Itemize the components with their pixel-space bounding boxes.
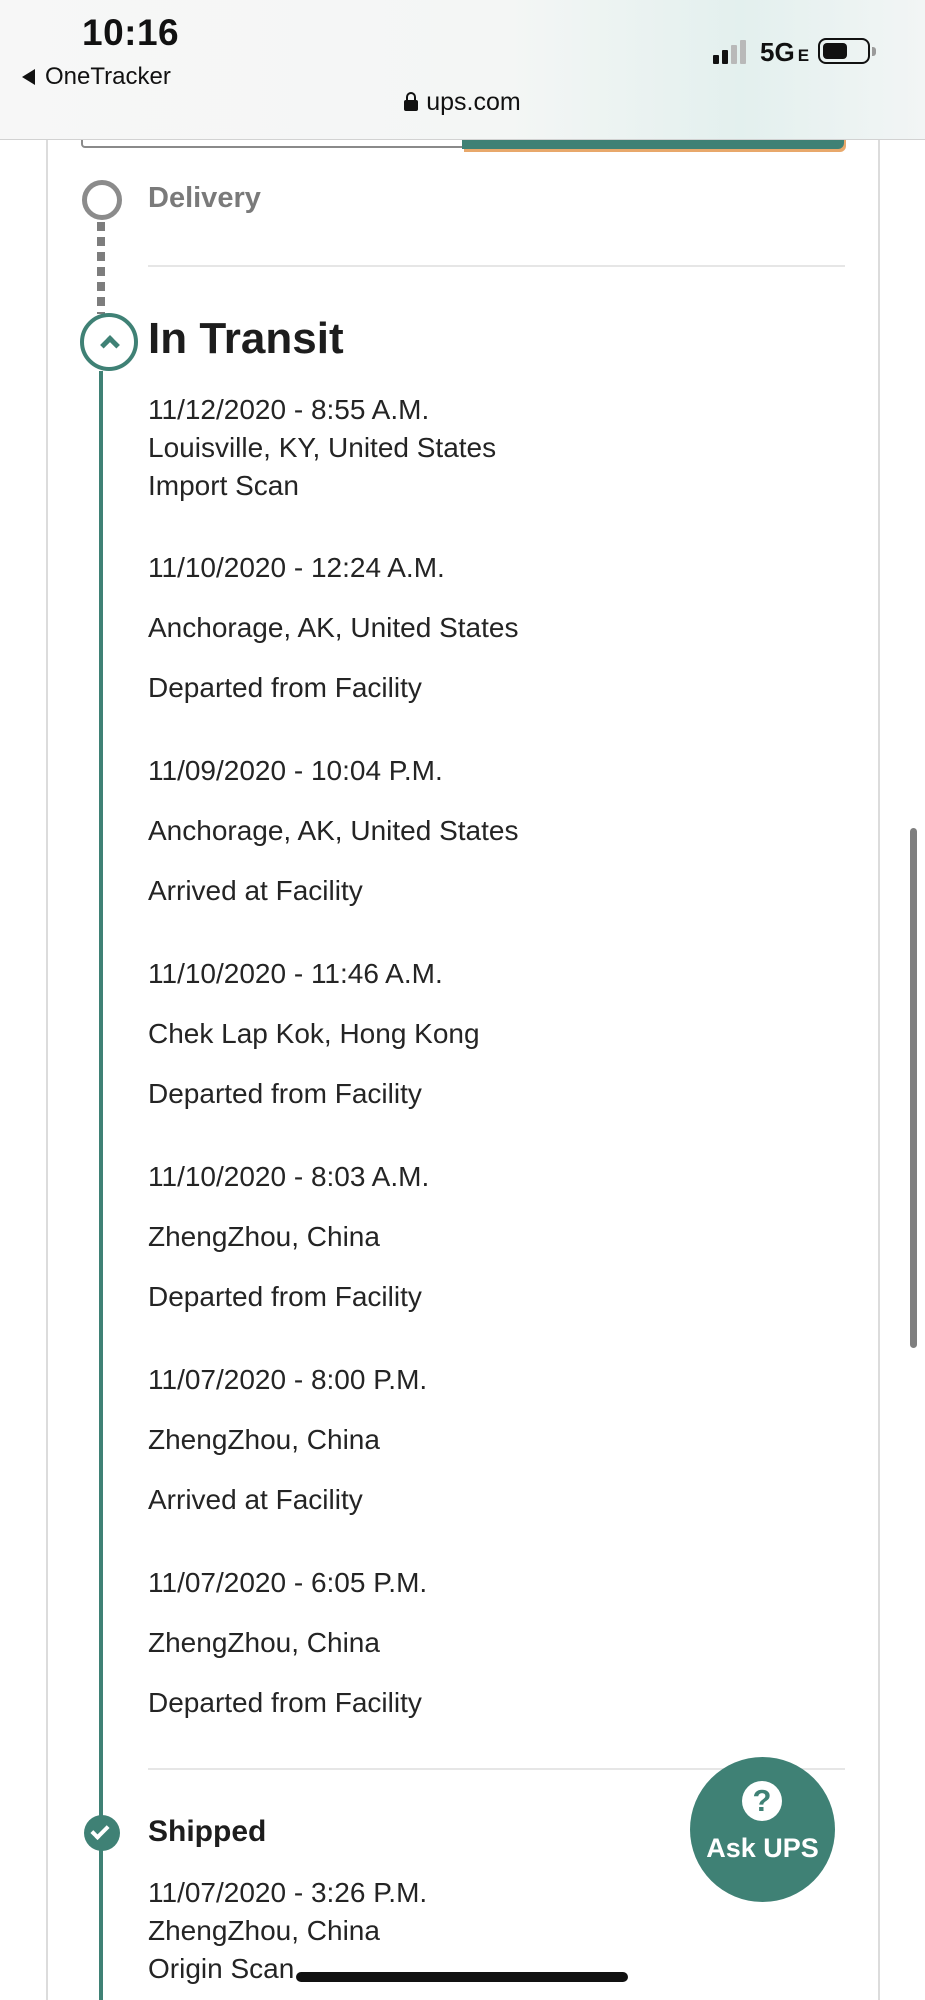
question-icon: ? (742, 1781, 782, 1821)
tracking-event: 11/10/2020 - 12:24 A.M. Anchorage, AK, U… (148, 538, 518, 718)
clock: 10:16 (82, 12, 180, 53)
event-datetime: 11/10/2020 - 12:24 A.M. (148, 552, 445, 583)
event-location: Louisville, KY, United States (148, 432, 497, 463)
status-delivery: Delivery (148, 182, 261, 214)
event-activity: Departed from Facility (148, 1078, 422, 1109)
back-app-label: OneTracker (45, 63, 171, 90)
event-datetime: 11/10/2020 - 8:03 A.M. (148, 1161, 430, 1192)
ask-ups-button[interactable]: ? Ask UPS (690, 1757, 835, 1902)
event-location: ZhengZhou, China (148, 1627, 380, 1658)
event-datetime: 11/12/2020 - 8:55 A.M. (148, 394, 430, 425)
signal-strength-icon (713, 38, 746, 64)
event-datetime: 11/07/2020 - 3:26 P.M. (148, 1877, 428, 1908)
progress-line (99, 371, 103, 2000)
scrollbar[interactable] (910, 828, 917, 1348)
event-activity: Arrived at Facility (148, 875, 363, 906)
network-suffix: E (797, 46, 810, 65)
tracking-event: 11/07/2020 - 3:26 P.M. ZhengZhou, China … (148, 1874, 427, 1988)
address-bar[interactable]: ups.com (0, 88, 925, 117)
collapse-in-transit-button[interactable] (80, 313, 138, 371)
pending-connector (97, 222, 105, 314)
event-activity: Departed from Facility (148, 1281, 422, 1312)
event-location: ZhengZhou, China (148, 1424, 380, 1455)
event-datetime: 11/09/2020 - 10:04 P.M. (148, 755, 443, 786)
event-activity: Arrived at Facility (148, 1484, 363, 1515)
event-location: Anchorage, AK, United States (148, 815, 519, 846)
event-activity: Departed from Facility (148, 672, 422, 703)
checkmark-icon (84, 1815, 120, 1851)
back-to-app-button[interactable]: OneTracker (22, 63, 171, 91)
tracking-event: 11/10/2020 - 11:46 A.M. Chek Lap Kok, Ho… (148, 944, 480, 1124)
event-datetime: 11/10/2020 - 11:46 A.M. (148, 958, 443, 989)
event-activity: Import Scan (148, 470, 299, 501)
tracking-event: 11/12/2020 - 8:55 A.M. Louisville, KY, U… (148, 391, 496, 505)
status-shipped: Shipped (148, 1815, 267, 1848)
event-datetime: 11/07/2020 - 8:00 P.M. (148, 1364, 428, 1395)
tracking-event: 11/10/2020 - 8:03 A.M. ZhengZhou, China … (148, 1147, 429, 1327)
tracking-event: 11/07/2020 - 8:00 P.M. ZhengZhou, China … (148, 1350, 427, 1530)
battery-icon (818, 38, 876, 64)
status-bar: 10:16 OneTracker 5G E ups.com (0, 0, 925, 140)
url-text: ups.com (426, 88, 521, 116)
delivery-status-circle-icon (82, 180, 122, 220)
status-in-transit: In Transit (148, 314, 344, 363)
event-location: Chek Lap Kok, Hong Kong (148, 1018, 480, 1049)
event-datetime: 11/07/2020 - 6:05 P.M. (148, 1567, 428, 1598)
home-indicator[interactable] (296, 1972, 628, 1982)
chevron-up-icon (100, 335, 120, 355)
ask-ups-label: Ask UPS (706, 1833, 819, 1863)
lock-icon (404, 92, 419, 111)
event-activity: Origin Scan (148, 1953, 295, 1984)
network-indicator: 5G E (760, 37, 809, 68)
tracking-event: 11/09/2020 - 10:04 P.M. Anchorage, AK, U… (148, 741, 518, 921)
event-location: ZhengZhou, China (148, 1915, 380, 1946)
event-activity: Departed from Facility (148, 1687, 422, 1718)
event-location: Anchorage, AK, United States (148, 612, 519, 643)
back-arrow-icon (22, 69, 35, 85)
network-type: 5G (760, 37, 795, 67)
tracking-event: 11/07/2020 - 6:05 P.M. ZhengZhou, China … (148, 1553, 427, 1733)
event-location: ZhengZhou, China (148, 1221, 380, 1252)
divider (148, 265, 845, 267)
